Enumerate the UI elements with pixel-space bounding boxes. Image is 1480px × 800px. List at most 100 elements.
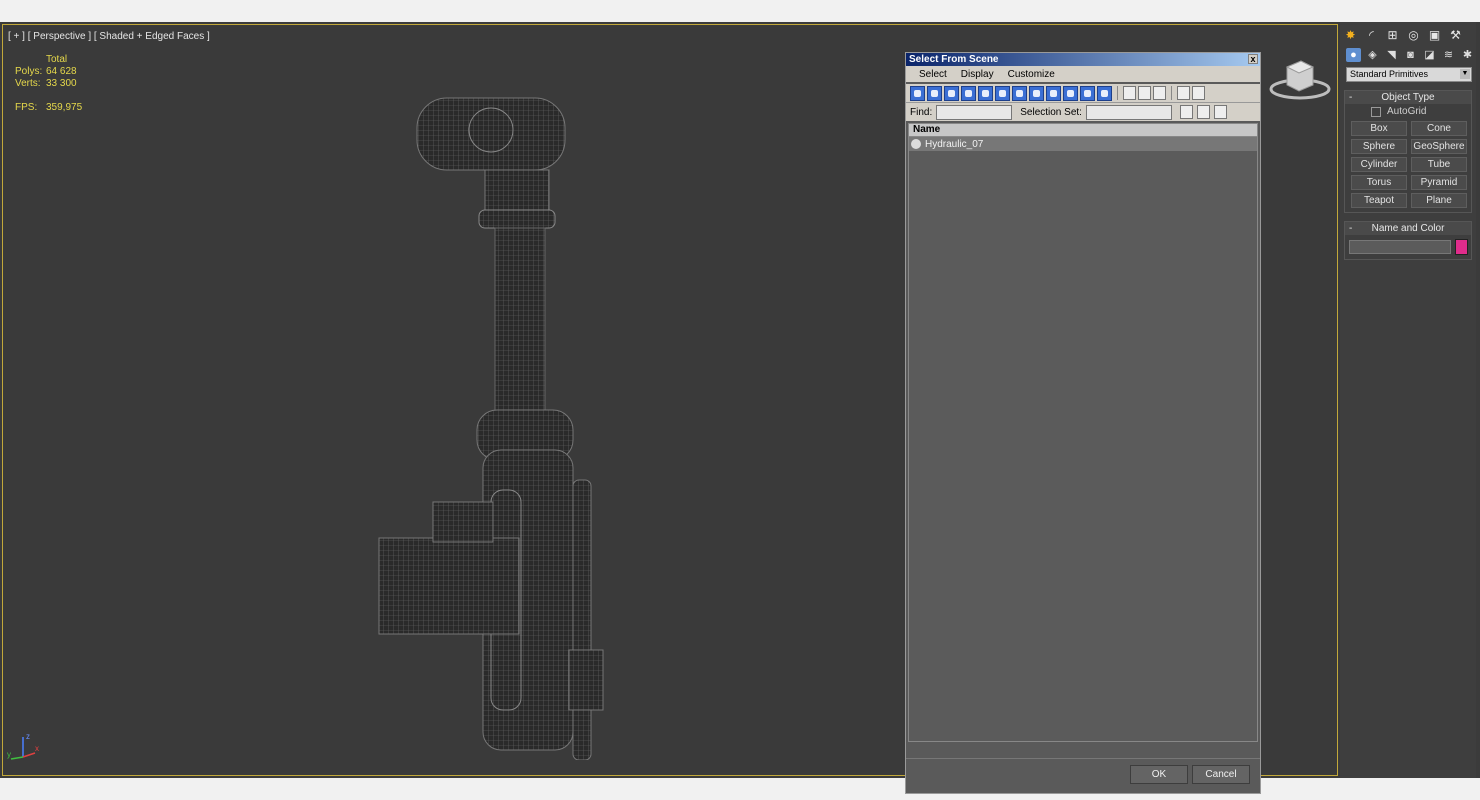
plane-button[interactable]: Plane xyxy=(1411,193,1467,208)
display-none-icon[interactable] xyxy=(1138,86,1151,100)
display-all-icon[interactable] xyxy=(1123,86,1136,100)
autogrid-checkbox[interactable] xyxy=(1371,106,1381,117)
object-type-header[interactable]: - Object Type xyxy=(1345,91,1471,104)
display-helpers-icon[interactable] xyxy=(978,85,993,101)
create-icon[interactable]: ✸ xyxy=(1343,28,1358,43)
chevron-down-icon: ▼ xyxy=(1460,69,1470,79)
display-xrefs-icon[interactable] xyxy=(1029,85,1044,101)
geosphere-button[interactable]: GeoSphere xyxy=(1411,139,1467,154)
object-name-field[interactable] xyxy=(1349,240,1451,254)
cylinder-button[interactable]: Cylinder xyxy=(1351,157,1407,172)
name-and-color-header[interactable]: - Name and Color xyxy=(1345,222,1471,235)
fps-value: 359,975 xyxy=(46,102,83,113)
menu-customize[interactable]: Customize xyxy=(1008,69,1055,80)
geometry-icon[interactable]: ● xyxy=(1346,48,1361,62)
viewport-label[interactable]: [ + ] [ Perspective ] [ Shaded + Edged F… xyxy=(8,31,210,42)
utilities-icon[interactable]: ⚒ xyxy=(1448,28,1463,43)
collapse-icon: - xyxy=(1349,92,1353,103)
systems-icon[interactable]: ✱ xyxy=(1460,48,1475,62)
list-item[interactable]: Hydraulic_07 xyxy=(909,137,1257,151)
shapes-icon[interactable]: ◈ xyxy=(1365,48,1380,62)
dialog-toolbar xyxy=(906,84,1260,103)
display-spacewarps-icon[interactable] xyxy=(995,85,1010,101)
polys-value: 64 628 xyxy=(46,66,77,77)
autogrid-label: AutoGrid xyxy=(1387,106,1427,117)
display-hidden-icon[interactable] xyxy=(1097,85,1112,101)
close-icon[interactable]: x xyxy=(1248,54,1258,64)
autogrid-row: AutoGrid xyxy=(1345,106,1471,117)
command-panel: ✸ ◜ ⊞ ◎ ▣ ⚒ ● ◈ ◥ ◙ ◪ ≋ ✱ Standard Primi… xyxy=(1340,22,1476,778)
ok-button[interactable]: OK xyxy=(1130,765,1188,784)
find-input[interactable] xyxy=(936,104,1013,120)
dropdown-value: Standard Primitives xyxy=(1350,69,1429,79)
torus-button[interactable]: Torus xyxy=(1351,175,1407,190)
verts-value: 33 300 xyxy=(46,78,77,89)
3dsmax-workspace: [ + ] [ Perspective ] [ Shaded + Edged F… xyxy=(0,22,1480,794)
select-from-scene-dialog: Select From Scene x Select Display Custo… xyxy=(905,52,1261,794)
display-frozen-icon[interactable] xyxy=(1080,85,1095,101)
hierarchy-icon[interactable]: ⊞ xyxy=(1385,28,1400,43)
display-geometry-icon[interactable] xyxy=(910,85,925,101)
helpers-icon[interactable]: ◪ xyxy=(1422,48,1437,62)
find-label: Find: xyxy=(910,106,933,118)
dialog-title: Select From Scene xyxy=(909,54,999,65)
spacewarps-icon[interactable]: ≋ xyxy=(1441,48,1456,62)
name-and-color-rollout: - Name and Color xyxy=(1344,221,1472,260)
dialog-footer: OK Cancel xyxy=(906,758,1260,793)
name-and-color-title: Name and Color xyxy=(1371,223,1445,234)
filter-icon[interactable] xyxy=(1177,86,1190,100)
menu-select[interactable]: Select xyxy=(919,69,947,80)
lights-icon[interactable]: ◥ xyxy=(1384,48,1399,62)
axis-label-x: x xyxy=(35,744,39,753)
display-shapes-icon[interactable] xyxy=(927,85,942,101)
display-icon[interactable]: ▣ xyxy=(1427,28,1442,43)
axis-label-y: y xyxy=(7,750,11,759)
tube-button[interactable]: Tube xyxy=(1411,157,1467,172)
motion-icon[interactable]: ◎ xyxy=(1406,28,1421,43)
primitive-type-dropdown[interactable]: Standard Primitives ▼ xyxy=(1346,67,1472,82)
stats-header: Total xyxy=(46,54,68,65)
selection-set-remove-icon[interactable] xyxy=(1213,105,1227,119)
primitive-buttons: Box Cone Sphere GeoSphere Cylinder Tube … xyxy=(1345,117,1471,208)
viewport-statistics: Total Polys: 64 628 Verts: 33 300 FPS: 359,… xyxy=(15,54,82,114)
viewcube-icon[interactable] xyxy=(1269,55,1331,104)
object-name: Hydraulic_07 xyxy=(925,138,984,150)
object-type-rollout: - Object Type AutoGrid Box Cone Sphere G… xyxy=(1344,90,1472,213)
name-column-header[interactable]: Name xyxy=(908,123,1258,137)
selection-set-create-icon[interactable] xyxy=(1179,105,1193,119)
filter-options-icon[interactable] xyxy=(1192,86,1205,100)
display-cameras-icon[interactable] xyxy=(961,85,976,101)
display-groups-icon[interactable] xyxy=(1012,85,1027,101)
hydraulic-model[interactable] xyxy=(373,70,613,760)
display-bones-icon[interactable] xyxy=(1046,85,1061,101)
selection-set-label: Selection Set: xyxy=(1020,106,1082,118)
find-row: Find: Selection Set: xyxy=(906,103,1260,121)
box-button[interactable]: Box xyxy=(1351,121,1407,136)
fps-label: FPS: xyxy=(15,102,38,113)
sphere-button[interactable]: Sphere xyxy=(1351,139,1407,154)
verts-label: Verts: xyxy=(15,78,41,89)
object-color-swatch[interactable] xyxy=(1455,239,1468,255)
polys-label: Polys: xyxy=(15,66,43,77)
command-panel-tabs: ✸ ◜ ⊞ ◎ ▣ ⚒ xyxy=(1340,22,1476,43)
selection-set-add-icon[interactable] xyxy=(1196,105,1210,119)
teapot-button[interactable]: Teapot xyxy=(1351,193,1407,208)
cone-button[interactable]: Cone xyxy=(1411,121,1467,136)
collapse-icon: - xyxy=(1349,223,1353,234)
display-lights-icon[interactable] xyxy=(944,85,959,101)
pyramid-button[interactable]: Pyramid xyxy=(1411,175,1467,190)
display-invert-icon[interactable] xyxy=(1153,86,1166,100)
selection-set-dropdown[interactable] xyxy=(1085,104,1172,120)
toolbar-separator xyxy=(1117,86,1118,100)
cancel-button[interactable]: Cancel xyxy=(1192,765,1250,784)
toolbar-separator xyxy=(1171,86,1172,100)
menu-display[interactable]: Display xyxy=(961,69,994,80)
scene-object-list[interactable]: Hydraulic_07 xyxy=(908,137,1258,742)
display-containers-icon[interactable] xyxy=(1063,85,1078,101)
object-type-title: Object Type xyxy=(1381,92,1435,103)
modify-icon[interactable]: ◜ xyxy=(1364,28,1379,43)
axis-tripod-icon: z x y xyxy=(7,731,43,764)
dialog-titlebar[interactable]: Select From Scene x xyxy=(906,53,1260,66)
cameras-icon[interactable]: ◙ xyxy=(1403,48,1418,62)
dialog-menubar: Select Display Customize xyxy=(906,66,1260,82)
